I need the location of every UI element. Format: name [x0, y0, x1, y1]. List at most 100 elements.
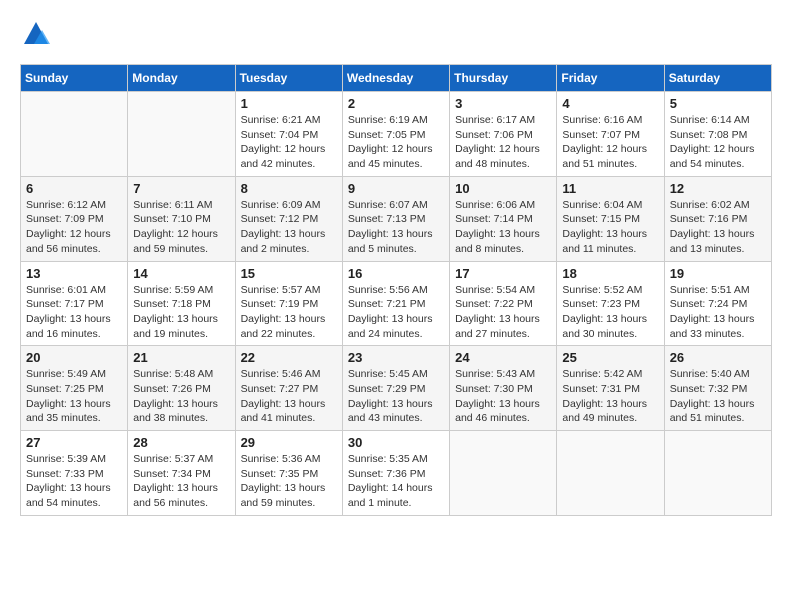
page-header [20, 20, 772, 48]
calendar-cell: 3 Sunrise: 6:17 AM Sunset: 7:06 PM Daylig… [450, 92, 557, 177]
calendar-week-row: 20 Sunrise: 5:49 AM Sunset: 7:25 PM Dayli… [21, 346, 772, 431]
weekday-header-thursday: Thursday [450, 65, 557, 92]
day-info: Sunrise: 5:49 AM Sunset: 7:25 PM Dayligh… [26, 367, 122, 426]
day-info: Sunrise: 6:12 AM Sunset: 7:09 PM Dayligh… [26, 198, 122, 257]
calendar-cell [21, 92, 128, 177]
day-number: 17 [455, 266, 551, 281]
day-info: Sunrise: 6:17 AM Sunset: 7:06 PM Dayligh… [455, 113, 551, 172]
calendar-cell [128, 92, 235, 177]
day-info: Sunrise: 6:01 AM Sunset: 7:17 PM Dayligh… [26, 283, 122, 342]
weekday-header-row: SundayMondayTuesdayWednesdayThursdayFrid… [21, 65, 772, 92]
day-info: Sunrise: 5:46 AM Sunset: 7:27 PM Dayligh… [241, 367, 337, 426]
day-number: 25 [562, 350, 658, 365]
calendar-cell: 1 Sunrise: 6:21 AM Sunset: 7:04 PM Daylig… [235, 92, 342, 177]
calendar-week-row: 6 Sunrise: 6:12 AM Sunset: 7:09 PM Daylig… [21, 176, 772, 261]
day-number: 29 [241, 435, 337, 450]
calendar-week-row: 27 Sunrise: 5:39 AM Sunset: 7:33 PM Dayli… [21, 431, 772, 516]
calendar-cell: 14 Sunrise: 5:59 AM Sunset: 7:18 PM Dayli… [128, 261, 235, 346]
day-number: 24 [455, 350, 551, 365]
calendar-cell: 15Sunrise: 5:57 AM Sunset: 7:19 PM Dayli… [235, 261, 342, 346]
day-number: 6 [26, 181, 122, 196]
calendar-cell: 26 Sunrise: 5:40 AM Sunset: 7:32 PM Dayli… [664, 346, 771, 431]
day-number: 13 [26, 266, 122, 281]
calendar-cell: 18 Sunrise: 5:52 AM Sunset: 7:23 PM Dayli… [557, 261, 664, 346]
day-number: 20 [26, 350, 122, 365]
day-info: Sunrise: 5:36 AM Sunset: 7:35 PM Dayligh… [241, 452, 337, 511]
day-info: Sunrise: 5:59 AM Sunset: 7:18 PM Dayligh… [133, 283, 229, 342]
day-info: Sunrise: 5:57 AM Sunset: 7:19 PM Dayligh… [241, 283, 337, 342]
day-number: 21 [133, 350, 229, 365]
day-info: Sunrise: 6:11 AM Sunset: 7:10 PM Dayligh… [133, 198, 229, 257]
weekday-header-tuesday: Tuesday [235, 65, 342, 92]
day-info: Sunrise: 6:04 AM Sunset: 7:15 PM Dayligh… [562, 198, 658, 257]
calendar-week-row: 1 Sunrise: 6:21 AM Sunset: 7:04 PM Daylig… [21, 92, 772, 177]
calendar-cell: 23 Sunrise: 5:45 AM Sunset: 7:29 PM Dayli… [342, 346, 449, 431]
weekday-header-friday: Friday [557, 65, 664, 92]
calendar-cell: 5 Sunrise: 6:14 AM Sunset: 7:08 PM Daylig… [664, 92, 771, 177]
logo [20, 20, 50, 48]
day-info: Sunrise: 6:16 AM Sunset: 7:07 PM Dayligh… [562, 113, 658, 172]
day-number: 16 [348, 266, 444, 281]
calendar-cell: 13 Sunrise: 6:01 AM Sunset: 7:17 PM Dayli… [21, 261, 128, 346]
calendar-cell [664, 431, 771, 516]
calendar-cell: 30 Sunrise: 5:35 AM Sunset: 7:36 PM Dayli… [342, 431, 449, 516]
calendar-cell: 8 Sunrise: 6:09 AM Sunset: 7:12 PM Daylig… [235, 176, 342, 261]
day-number: 18 [562, 266, 658, 281]
day-info: Sunrise: 5:39 AM Sunset: 7:33 PM Dayligh… [26, 452, 122, 511]
calendar-cell: 7 Sunrise: 6:11 AM Sunset: 7:10 PM Daylig… [128, 176, 235, 261]
weekday-header-wednesday: Wednesday [342, 65, 449, 92]
day-info: Sunrise: 5:35 AM Sunset: 7:36 PM Dayligh… [348, 452, 444, 511]
day-number: 28 [133, 435, 229, 450]
day-number: 11 [562, 181, 658, 196]
calendar-cell: 21 Sunrise: 5:48 AM Sunset: 7:26 PM Dayli… [128, 346, 235, 431]
calendar-cell: 6 Sunrise: 6:12 AM Sunset: 7:09 PM Daylig… [21, 176, 128, 261]
weekday-header-saturday: Saturday [664, 65, 771, 92]
day-number: 5 [670, 96, 766, 111]
logo-icon [22, 20, 50, 48]
calendar-cell: 12Sunrise: 6:02 AM Sunset: 7:16 PM Dayli… [664, 176, 771, 261]
calendar-cell: 20 Sunrise: 5:49 AM Sunset: 7:25 PM Dayli… [21, 346, 128, 431]
weekday-header-monday: Monday [128, 65, 235, 92]
day-number: 10 [455, 181, 551, 196]
day-number: 1 [241, 96, 337, 111]
calendar-cell: 17 Sunrise: 5:54 AM Sunset: 7:22 PM Dayli… [450, 261, 557, 346]
day-number: 26 [670, 350, 766, 365]
day-number: 22 [241, 350, 337, 365]
calendar-cell: 25 Sunrise: 5:42 AM Sunset: 7:31 PM Dayli… [557, 346, 664, 431]
calendar-cell [450, 431, 557, 516]
day-number: 30 [348, 435, 444, 450]
calendar-cell: 28Sunrise: 5:37 AM Sunset: 7:34 PM Dayli… [128, 431, 235, 516]
day-info: Sunrise: 6:14 AM Sunset: 7:08 PM Dayligh… [670, 113, 766, 172]
day-number: 7 [133, 181, 229, 196]
calendar-week-row: 13 Sunrise: 6:01 AM Sunset: 7:17 PM Dayli… [21, 261, 772, 346]
day-number: 8 [241, 181, 337, 196]
day-info: Sunrise: 5:45 AM Sunset: 7:29 PM Dayligh… [348, 367, 444, 426]
day-number: 4 [562, 96, 658, 111]
day-info: Sunrise: 5:56 AM Sunset: 7:21 PM Dayligh… [348, 283, 444, 342]
day-info: Sunrise: 6:02 AM Sunset: 7:16 PM Dayligh… [670, 198, 766, 257]
day-info: Sunrise: 6:21 AM Sunset: 7:04 PM Dayligh… [241, 113, 337, 172]
day-number: 9 [348, 181, 444, 196]
day-info: Sunrise: 5:48 AM Sunset: 7:26 PM Dayligh… [133, 367, 229, 426]
calendar-cell: 10Sunrise: 6:06 AM Sunset: 7:14 PM Dayli… [450, 176, 557, 261]
day-info: Sunrise: 5:40 AM Sunset: 7:32 PM Dayligh… [670, 367, 766, 426]
day-info: Sunrise: 5:54 AM Sunset: 7:22 PM Dayligh… [455, 283, 551, 342]
calendar-cell: 2Sunrise: 6:19 AM Sunset: 7:05 PM Daylig… [342, 92, 449, 177]
calendar-cell: 16 Sunrise: 5:56 AM Sunset: 7:21 PM Dayli… [342, 261, 449, 346]
calendar-cell: 29 Sunrise: 5:36 AM Sunset: 7:35 PM Dayli… [235, 431, 342, 516]
day-info: Sunrise: 6:09 AM Sunset: 7:12 PM Dayligh… [241, 198, 337, 257]
calendar-cell [557, 431, 664, 516]
day-number: 27 [26, 435, 122, 450]
calendar-cell: 24Sunrise: 5:43 AM Sunset: 7:30 PM Dayli… [450, 346, 557, 431]
calendar-cell: 11 Sunrise: 6:04 AM Sunset: 7:15 PM Dayli… [557, 176, 664, 261]
day-number: 2 [348, 96, 444, 111]
day-info: Sunrise: 5:52 AM Sunset: 7:23 PM Dayligh… [562, 283, 658, 342]
calendar-cell: 27 Sunrise: 5:39 AM Sunset: 7:33 PM Dayli… [21, 431, 128, 516]
day-number: 14 [133, 266, 229, 281]
calendar-cell: 22 Sunrise: 5:46 AM Sunset: 7:27 PM Dayli… [235, 346, 342, 431]
day-number: 19 [670, 266, 766, 281]
day-number: 23 [348, 350, 444, 365]
day-info: Sunrise: 5:42 AM Sunset: 7:31 PM Dayligh… [562, 367, 658, 426]
calendar-cell: 19Sunrise: 5:51 AM Sunset: 7:24 PM Dayli… [664, 261, 771, 346]
day-number: 3 [455, 96, 551, 111]
